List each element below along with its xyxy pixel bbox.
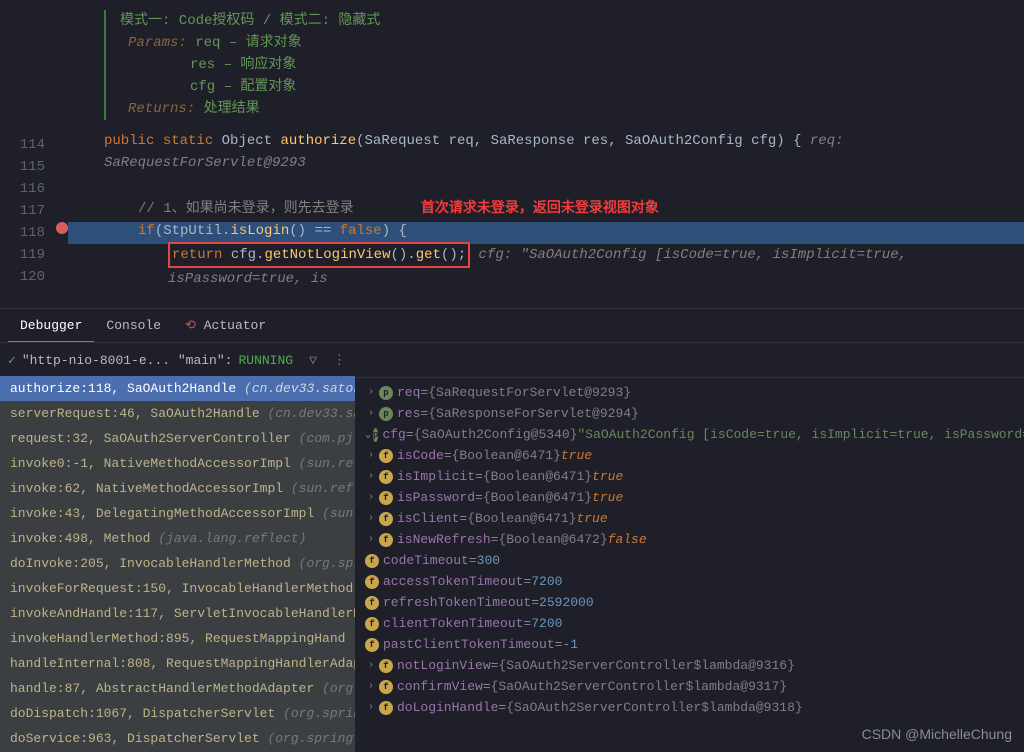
debug-toolbar: ✓ "http-nio-8001-e... "main": RUNNING ▽ … (0, 342, 1024, 378)
tab-console[interactable]: Console (94, 310, 173, 343)
expand-icon[interactable]: › (365, 513, 377, 524)
line-number: 119 (0, 244, 55, 266)
stack-frame[interactable]: doInvoke:205, InvocableHandlerMethod (or… (0, 551, 355, 576)
var-name[interactable]: cfg (382, 427, 405, 442)
field-badge-icon: f (379, 470, 393, 484)
thread-selector[interactable]: "http-nio-8001-e... "main": (22, 353, 233, 368)
breakpoint-column[interactable] (55, 0, 67, 292)
debug-tool-tabs: Debugger Console ⟲ Actuator (0, 308, 1024, 343)
javadoc-param: res – 响应对象 (190, 57, 296, 73)
expand-icon[interactable]: › (365, 534, 377, 545)
tab-debugger[interactable]: Debugger (8, 310, 94, 343)
param-badge-icon: p (373, 428, 378, 442)
field-badge-icon: f (379, 701, 393, 715)
line-number: 114 (0, 134, 55, 156)
line-number: 115 (0, 156, 55, 178)
stack-frame[interactable]: invoke:62, NativeMethodAccessorImpl (sun… (0, 476, 355, 501)
line-number: 116 (0, 178, 55, 200)
var-value: {SaResponseForServlet@9294} (428, 406, 639, 421)
var-value: {SaRequestForServlet@9293} (428, 385, 631, 400)
field-badge-icon: f (365, 554, 379, 568)
code-area[interactable]: 模式一: Code授权码 / 模式二: 隐藏式 Params: req – 请求… (68, 0, 1024, 292)
line-gutter: 114 115 116 117 118 119 120 (0, 0, 55, 288)
field-badge-icon: f (365, 596, 379, 610)
stack-frame[interactable]: invoke:43, DelegatingMethodAccessorImpl … (0, 501, 355, 526)
param-badge-icon: p (379, 407, 393, 421)
field-badge-icon: f (379, 449, 393, 463)
filter-icon[interactable]: ▽ (309, 353, 317, 368)
tab-actuator[interactable]: ⟲ Actuator (173, 310, 278, 343)
variables-panel[interactable]: ›preq = {SaRequestForServlet@9293} ›pres… (355, 376, 1024, 752)
param-badge-icon: p (379, 386, 393, 400)
line-number: 117 (0, 200, 55, 222)
stack-frame[interactable]: invokeForRequest:150, InvocableHandlerMe… (0, 576, 355, 601)
field-badge-icon: f (379, 659, 393, 673)
javadoc-return: 处理结果 (204, 101, 260, 117)
javadoc-tag: Params: (128, 35, 187, 51)
check-icon: ✓ (8, 353, 16, 368)
expand-icon[interactable]: › (365, 408, 377, 419)
var-name[interactable]: res (397, 406, 420, 421)
javadoc-param: cfg – 配置对象 (190, 79, 296, 95)
frames-panel[interactable]: authorize:118, SaOAuth2Handle (cn.dev33.… (0, 376, 355, 752)
annotation-label: 首次请求未登录，返回未登录视图对象 (421, 199, 659, 215)
collapse-icon[interactable]: ⌄ (365, 429, 371, 441)
comment: // 1、如果尚未登录，则先去登录 (138, 201, 354, 217)
var-name[interactable]: req (397, 385, 420, 400)
field-badge-icon: f (365, 638, 379, 652)
field-badge-icon: f (379, 680, 393, 694)
code-editor[interactable]: 114 115 116 117 118 119 120 模式一: Code授权码… (0, 0, 1024, 292)
stack-frame[interactable]: doDispatch:1067, DispatcherServlet (org.… (0, 701, 355, 726)
stack-frame[interactable]: invoke0:-1, NativeMethodAccessorImpl (su… (0, 451, 355, 476)
javadoc-tag: Returns: (128, 101, 195, 117)
stack-frame[interactable]: invokeHandlerMethod:895, RequestMappingH… (0, 626, 355, 651)
line-number: 118 (0, 222, 55, 244)
stack-frame[interactable]: serverRequest:46, SaOAuth2Handle (cn.dev… (0, 401, 355, 426)
expand-icon[interactable]: › (365, 702, 377, 713)
field-badge-icon: f (379, 491, 393, 505)
field-badge-icon: f (379, 512, 393, 526)
var-value: "SaOAuth2Config [isCode=true, isImplicit… (577, 427, 1024, 442)
keyword: static (163, 133, 213, 149)
stack-frame[interactable]: handle:87, AbstractHandlerMethodAdapter … (0, 676, 355, 701)
expand-icon[interactable]: › (365, 492, 377, 503)
keyword: public (104, 133, 154, 149)
highlight-box: return cfg.getNotLoginView().get(); (168, 242, 470, 268)
stack-frame[interactable]: doService:963, DispatcherServlet (org.sp… (0, 726, 355, 751)
expand-icon[interactable]: › (365, 387, 377, 398)
javadoc-line: 模式一: Code授权码 / 模式二: 隐藏式 (120, 10, 1024, 32)
type: Object (222, 133, 272, 149)
stack-frame[interactable]: invoke:498, Method (java.lang.reflect) (0, 526, 355, 551)
javadoc-param: req – 请求对象 (195, 35, 301, 51)
expand-icon[interactable]: › (365, 681, 377, 692)
field-badge-icon: f (365, 617, 379, 631)
watermark: CSDN @MichelleChung (862, 726, 1012, 742)
field-badge-icon: f (365, 575, 379, 589)
field-badge-icon: f (379, 533, 393, 547)
stack-frame[interactable]: request:32, SaOAuth2ServerController (co… (0, 426, 355, 451)
stack-frame[interactable]: handleInternal:808, RequestMappingHandle… (0, 651, 355, 676)
breakpoint-icon[interactable] (56, 222, 68, 234)
more-icon[interactable]: ⋮ (333, 353, 346, 368)
stack-frame[interactable]: invokeAndHandle:117, ServletInvocableHan… (0, 601, 355, 626)
expand-icon[interactable]: › (365, 471, 377, 482)
method-name: authorize (280, 133, 356, 149)
line-number: 120 (0, 266, 55, 288)
stack-frame[interactable]: authorize:118, SaOAuth2Handle (cn.dev33.… (0, 376, 355, 401)
expand-icon[interactable]: › (365, 450, 377, 461)
expand-icon[interactable]: › (365, 660, 377, 671)
thread-status: RUNNING (238, 353, 293, 368)
